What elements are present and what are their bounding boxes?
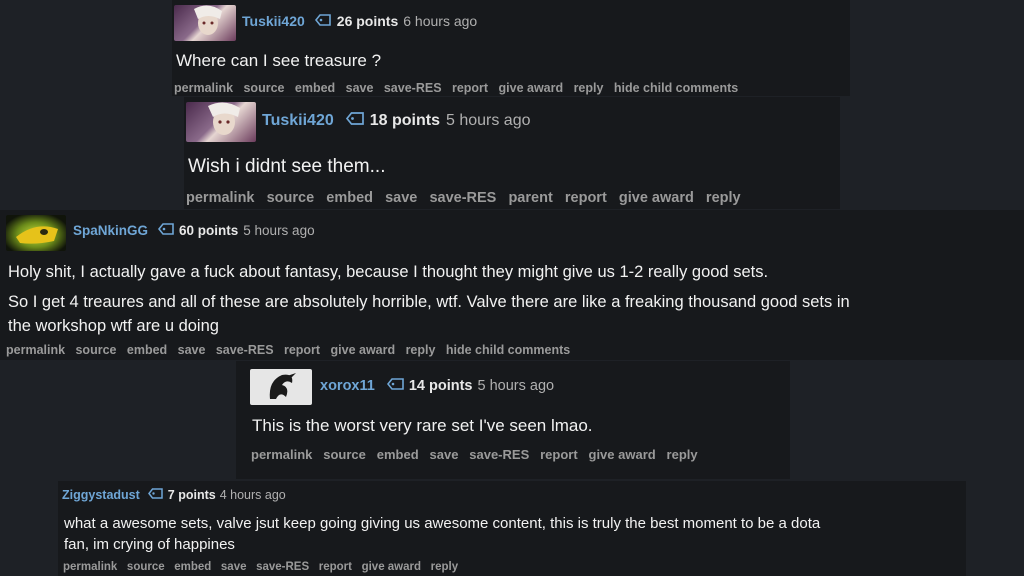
save-res-link[interactable]: save-RES bbox=[256, 561, 309, 573]
permalink-link[interactable]: permalink bbox=[63, 561, 117, 573]
avatar[interactable] bbox=[174, 5, 236, 41]
save-res-link[interactable]: save-RES bbox=[216, 343, 274, 357]
comment-body: what a awesome sets, valve jsut keep goi… bbox=[64, 513, 820, 555]
action-links: permalink source embed save save-RES par… bbox=[186, 190, 741, 206]
hide-child-comments-link[interactable]: hide child comments bbox=[614, 81, 738, 95]
username-link[interactable]: SpaNkinGG bbox=[73, 223, 148, 238]
give-award-link[interactable]: give award bbox=[619, 190, 694, 206]
report-link[interactable]: report bbox=[565, 190, 607, 206]
comment: xorox11 14 points 5 hours ago This is th… bbox=[236, 361, 790, 479]
comment-text-line: Wish i didnt see them... bbox=[188, 156, 386, 177]
tag-icon[interactable] bbox=[147, 488, 163, 502]
reply-link[interactable]: reply bbox=[406, 343, 436, 357]
avatar[interactable] bbox=[6, 215, 66, 251]
reply-link[interactable]: reply bbox=[574, 81, 604, 95]
tag-icon[interactable] bbox=[345, 112, 364, 130]
dark-dragon-icon bbox=[269, 373, 296, 399]
comment-text-line: This is the worst very rare set I've see… bbox=[252, 416, 593, 435]
comment-text-line: fan, im crying of happines bbox=[64, 536, 235, 553]
score: 60 points bbox=[179, 223, 239, 238]
comment-text-line: Where can I see treasure ? bbox=[176, 51, 382, 70]
save-link[interactable]: save bbox=[221, 561, 247, 573]
source-link[interactable]: source bbox=[75, 343, 116, 357]
embed-link[interactable]: embed bbox=[127, 343, 167, 357]
save-link[interactable]: save bbox=[346, 81, 374, 95]
comment: Tuskii420 18 points 5 hours ago Wish i d… bbox=[184, 97, 840, 209]
save-res-link[interactable]: save-RES bbox=[469, 447, 529, 462]
save-link[interactable]: save bbox=[430, 447, 459, 462]
hide-child-comments-link[interactable]: hide child comments bbox=[446, 343, 570, 357]
comment-body: Holy shit, I actually gave a fuck about … bbox=[8, 260, 850, 338]
timestamp: 4 hours ago bbox=[219, 488, 286, 502]
action-links: permalink source embed save save-RES rep… bbox=[251, 447, 698, 462]
tag-icon[interactable] bbox=[386, 378, 404, 394]
comment-text-line: Holy shit, I actually gave a fuck about … bbox=[8, 263, 769, 281]
comment-text-line: what a awesome sets, valve jsut keep goi… bbox=[64, 515, 821, 532]
save-link[interactable]: save bbox=[385, 190, 417, 206]
green-yellow-creature-icon bbox=[16, 226, 58, 244]
avatar[interactable] bbox=[250, 369, 312, 405]
permalink-link[interactable]: permalink bbox=[186, 190, 255, 206]
save-res-link[interactable]: save-RES bbox=[429, 190, 496, 206]
username-link[interactable]: xorox11 bbox=[320, 378, 375, 394]
score: 14 points bbox=[408, 378, 473, 394]
timestamp: 5 hours ago bbox=[477, 378, 555, 394]
permalink-link[interactable]: permalink bbox=[174, 81, 233, 95]
report-link[interactable]: report bbox=[284, 343, 320, 357]
comment-text-line: the workshop wtf are u doing bbox=[8, 317, 219, 335]
comment-body: Where can I see treasure ? bbox=[176, 51, 381, 71]
embed-link[interactable]: embed bbox=[174, 561, 211, 573]
embed-link[interactable]: embed bbox=[326, 190, 373, 206]
give-award-link[interactable]: give award bbox=[331, 343, 396, 357]
timestamp: 6 hours ago bbox=[403, 13, 478, 29]
comment: Tuskii420 26 points 6 hours ago Where ca… bbox=[172, 0, 850, 96]
source-link[interactable]: source bbox=[243, 81, 284, 95]
comment: SpaNkinGG 60 points 5 hours ago Holy shi… bbox=[0, 210, 1024, 360]
avatar[interactable] bbox=[186, 102, 256, 142]
score: 26 points bbox=[336, 13, 399, 29]
username-link[interactable]: Tuskii420 bbox=[262, 112, 334, 130]
action-links: permalink source embed save save-RES rep… bbox=[6, 343, 570, 357]
timestamp: 5 hours ago bbox=[445, 112, 531, 129]
give-award-link[interactable]: give award bbox=[362, 561, 421, 573]
permalink-link[interactable]: permalink bbox=[251, 447, 312, 462]
source-link[interactable]: source bbox=[267, 190, 315, 206]
comment: Ziggystadust 7 points 4 hours ago what a… bbox=[58, 481, 966, 576]
report-link[interactable]: report bbox=[319, 561, 352, 573]
embed-link[interactable]: embed bbox=[377, 447, 419, 462]
comment-text-line: So I get 4 treaures and all of these are… bbox=[8, 293, 850, 311]
username-link[interactable]: Ziggystadust bbox=[62, 488, 140, 502]
give-award-link[interactable]: give award bbox=[589, 447, 656, 462]
tag-icon[interactable] bbox=[157, 223, 174, 238]
comment-body: This is the worst very rare set I've see… bbox=[252, 416, 593, 436]
report-link[interactable]: report bbox=[452, 81, 488, 95]
reply-link[interactable]: reply bbox=[431, 561, 459, 573]
report-link[interactable]: report bbox=[540, 447, 578, 462]
source-link[interactable]: source bbox=[127, 561, 165, 573]
parent-link[interactable]: parent bbox=[508, 190, 552, 206]
purple-haired-hero-icon bbox=[194, 5, 222, 35]
timestamp: 5 hours ago bbox=[243, 223, 315, 238]
comment-body: Wish i didnt see them... bbox=[188, 156, 385, 178]
username-link[interactable]: Tuskii420 bbox=[242, 13, 305, 29]
save-link[interactable]: save bbox=[178, 343, 206, 357]
tag-icon[interactable] bbox=[314, 13, 331, 29]
source-link[interactable]: source bbox=[323, 447, 366, 462]
purple-haired-hero-icon bbox=[208, 102, 240, 135]
embed-link[interactable]: embed bbox=[295, 81, 335, 95]
give-award-link[interactable]: give award bbox=[499, 81, 564, 95]
reply-link[interactable]: reply bbox=[667, 447, 698, 462]
action-links: permalink source embed save save-RES rep… bbox=[174, 81, 738, 95]
action-links: permalink source embed save save-RES rep… bbox=[63, 561, 458, 573]
permalink-link[interactable]: permalink bbox=[6, 343, 65, 357]
reply-link[interactable]: reply bbox=[706, 190, 741, 206]
save-res-link[interactable]: save-RES bbox=[384, 81, 442, 95]
score: 7 points bbox=[167, 488, 216, 502]
score: 18 points bbox=[369, 112, 440, 129]
